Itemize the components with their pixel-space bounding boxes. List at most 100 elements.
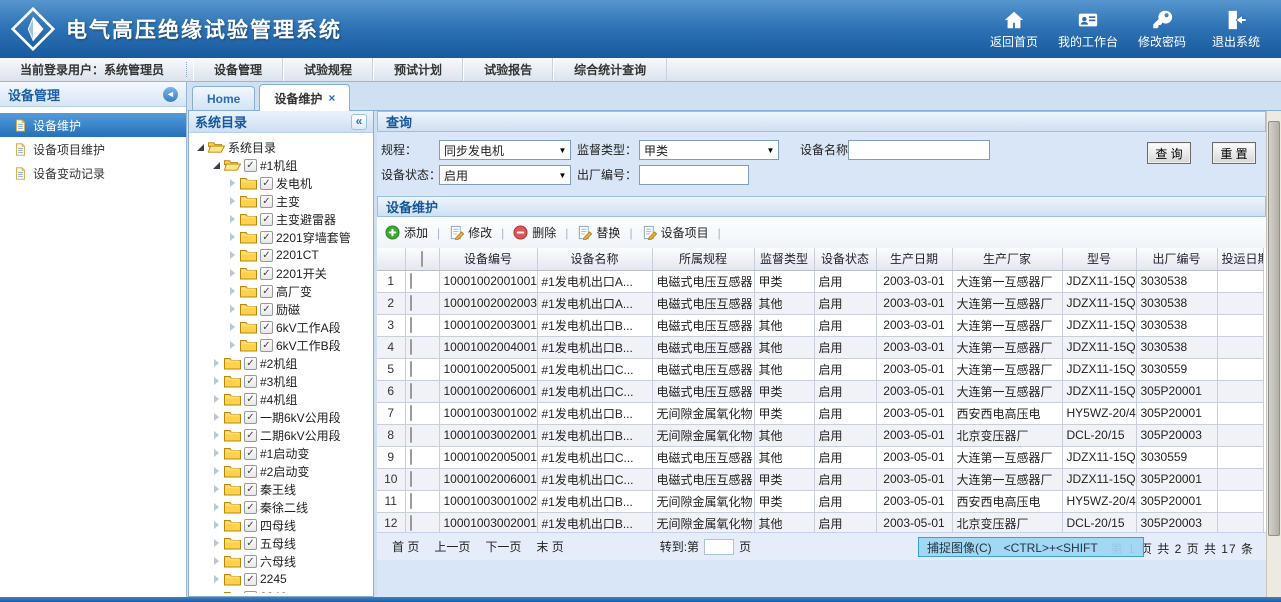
nav-workbench[interactable]: 我的工作台 xyxy=(1055,9,1121,50)
tree-node-label[interactable]: 6kV工作B段 xyxy=(276,337,341,354)
table-row[interactable]: 710001003001002#1发电机出口B...无间隙金属氧化物甲类启用20… xyxy=(377,402,1263,424)
pager-first[interactable]: 首 页 xyxy=(392,538,419,555)
tree-node[interactable]: 系统目录 xyxy=(191,138,371,156)
vertical-scrollbar[interactable] xyxy=(1266,111,1281,597)
tree-expander-icon[interactable] xyxy=(227,305,237,313)
nav-home[interactable]: 返回首页 xyxy=(981,9,1047,50)
tree-node-label[interactable]: 2201穿墙套管 xyxy=(276,229,351,246)
tree-node-checkbox[interactable]: ✓ xyxy=(260,321,273,334)
tree-node[interactable]: ✓6kV工作A段 xyxy=(191,318,371,336)
tree-node-label[interactable]: #4机组 xyxy=(260,391,297,408)
side-device-maintenance[interactable]: 设备维护 xyxy=(0,113,186,137)
tree-expander-icon[interactable] xyxy=(211,377,221,385)
tree-node-checkbox[interactable]: ✓ xyxy=(244,429,257,442)
scrollbar-thumb[interactable] xyxy=(1268,121,1280,536)
tree-node-label[interactable]: 励磁 xyxy=(276,301,300,318)
tree-node-label[interactable]: 发电机 xyxy=(276,175,312,192)
menu-test-regulation[interactable]: 试验规程 xyxy=(283,58,373,81)
tree-node-label[interactable]: 2245 xyxy=(260,572,287,586)
tree-node[interactable]: ✓主变 xyxy=(191,192,371,210)
tree-node[interactable]: ✓2245 xyxy=(191,570,371,588)
tree-node[interactable]: ✓2201开关 xyxy=(191,264,371,282)
row-checkbox[interactable] xyxy=(410,383,412,399)
tree-node[interactable]: ✓秦王线 xyxy=(191,480,371,498)
tree-expander-icon[interactable] xyxy=(211,539,221,547)
row-checkbox[interactable] xyxy=(410,339,412,355)
tree-node[interactable]: ✓五母线 xyxy=(191,534,371,552)
row-checkbox[interactable] xyxy=(410,471,412,487)
tree-node-label[interactable]: 秦王线 xyxy=(260,481,296,498)
tree-node-checkbox[interactable]: ✓ xyxy=(244,159,257,172)
tree-node-label[interactable]: 主变避雷器 xyxy=(276,211,336,228)
tree-node[interactable]: ✓二期6kV公用段 xyxy=(191,426,371,444)
tree-node-checkbox[interactable]: ✓ xyxy=(244,357,257,370)
tree-node[interactable]: ✓#2启动变 xyxy=(191,462,371,480)
row-checkbox[interactable] xyxy=(410,405,412,421)
tree-node[interactable]: ✓#1启动变 xyxy=(191,444,371,462)
regulation-select[interactable]: 同步发电机▼ xyxy=(439,140,571,160)
tree-node[interactable]: ✓励磁 xyxy=(191,300,371,318)
menu-pretest-plan[interactable]: 预试计划 xyxy=(373,58,463,81)
tree-node[interactable]: ✓6kV工作B段 xyxy=(191,336,371,354)
tree-node[interactable]: ✓#1机组 xyxy=(191,156,371,174)
tree-expander-icon[interactable] xyxy=(211,521,221,529)
tree-node-checkbox[interactable]: ✓ xyxy=(244,447,257,460)
tree-node-label[interactable]: 二期6kV公用段 xyxy=(260,427,341,444)
tree-node-checkbox[interactable]: ✓ xyxy=(260,285,273,298)
tree-node-checkbox[interactable]: ✓ xyxy=(244,465,257,478)
tree-node[interactable]: ✓#3机组 xyxy=(191,372,371,390)
tree-node-checkbox[interactable]: ✓ xyxy=(244,555,257,568)
tree-node-label[interactable]: 四母线 xyxy=(260,517,296,534)
tree-node[interactable]: ✓#2机组 xyxy=(191,354,371,372)
tree-expander-icon[interactable] xyxy=(227,323,237,331)
side-device-change-record[interactable]: 设备变动记录 xyxy=(0,161,186,185)
tree-node-checkbox[interactable]: ✓ xyxy=(260,249,273,262)
table-row[interactable]: 1210001003002001#1发电机出口B...无间隙金属氧化物其他启用2… xyxy=(377,512,1263,532)
tree-node-label[interactable]: 6kV工作A段 xyxy=(276,319,341,336)
row-checkbox[interactable] xyxy=(410,273,412,289)
table-row[interactable]: 1110001003001002#1发电机出口B...无间隙金属氧化物甲类启用2… xyxy=(377,490,1263,512)
supervise-type-select[interactable]: 甲类▼ xyxy=(639,140,779,160)
tree-node-checkbox[interactable]: ✓ xyxy=(244,411,257,424)
tree-expander-icon[interactable] xyxy=(211,575,221,583)
modify-button[interactable]: 修改 xyxy=(449,224,492,241)
tree-node-checkbox[interactable]: ✓ xyxy=(244,375,257,388)
device-status-select[interactable]: 启用▼ xyxy=(439,165,571,185)
tree-expander-icon[interactable] xyxy=(227,287,237,295)
tree-node-checkbox[interactable]: ✓ xyxy=(260,267,273,280)
tree-expander-icon[interactable] xyxy=(211,557,221,565)
tree-node-checkbox[interactable]: ✓ xyxy=(260,303,273,316)
tab-close-icon[interactable]: × xyxy=(328,91,335,105)
row-checkbox[interactable] xyxy=(410,493,412,509)
row-checkbox[interactable] xyxy=(410,515,412,531)
tree-node-label[interactable]: #2机组 xyxy=(260,355,297,372)
tree-node[interactable]: ✓2201CT xyxy=(191,246,371,264)
nav-change-password[interactable]: 修改密码 xyxy=(1129,9,1195,50)
tree-node[interactable]: ✓发电机 xyxy=(191,174,371,192)
table-row[interactable]: 210001002002003#1发电机出口A...电磁式电压互感器其他启用20… xyxy=(377,292,1263,314)
tree-node-checkbox[interactable]: ✓ xyxy=(244,501,257,514)
select-all-checkbox[interactable] xyxy=(421,251,423,267)
table-row[interactable]: 410001002004001#1发电机出口B...电磁式电压互感器其他启用20… xyxy=(377,336,1263,358)
tree-node-checkbox[interactable]: ✓ xyxy=(260,339,273,352)
tree-expander-icon[interactable] xyxy=(211,395,221,403)
tree-node[interactable]: ✓高厂变 xyxy=(191,282,371,300)
tree-node[interactable]: ✓一期6kV公用段 xyxy=(191,408,371,426)
tree-expander-icon[interactable] xyxy=(227,215,237,223)
tree-node-label[interactable]: 一期6kV公用段 xyxy=(260,409,341,426)
tree-expander-open-icon[interactable] xyxy=(211,162,221,169)
row-checkbox[interactable] xyxy=(410,295,412,311)
tree-node-label[interactable]: 2201开关 xyxy=(276,265,327,282)
search-button[interactable]: 查 询 xyxy=(1147,142,1191,164)
table-row[interactable]: 1010001002006001#1发电机出口C...电磁式电压互感器甲类启用2… xyxy=(377,468,1263,490)
table-row[interactable]: 810001003002001#1发电机出口B...无间隙金属氧化物其他启用20… xyxy=(377,424,1263,446)
tree-node-checkbox[interactable]: ✓ xyxy=(260,177,273,190)
tree-node-checkbox[interactable]: ✓ xyxy=(244,519,257,532)
tree-expander-icon[interactable] xyxy=(227,251,237,259)
tree-node-checkbox[interactable]: ✓ xyxy=(260,231,273,244)
tree-expander-icon[interactable] xyxy=(227,269,237,277)
tree-node-label[interactable]: 秦徐二线 xyxy=(260,499,308,516)
nav-logout[interactable]: 退出系统 xyxy=(1203,9,1269,50)
table-row[interactable]: 510001002005001#1发电机出口C...电磁式电压互感器其他启用20… xyxy=(377,358,1263,380)
tree-node[interactable]: ✓#4机组 xyxy=(191,390,371,408)
